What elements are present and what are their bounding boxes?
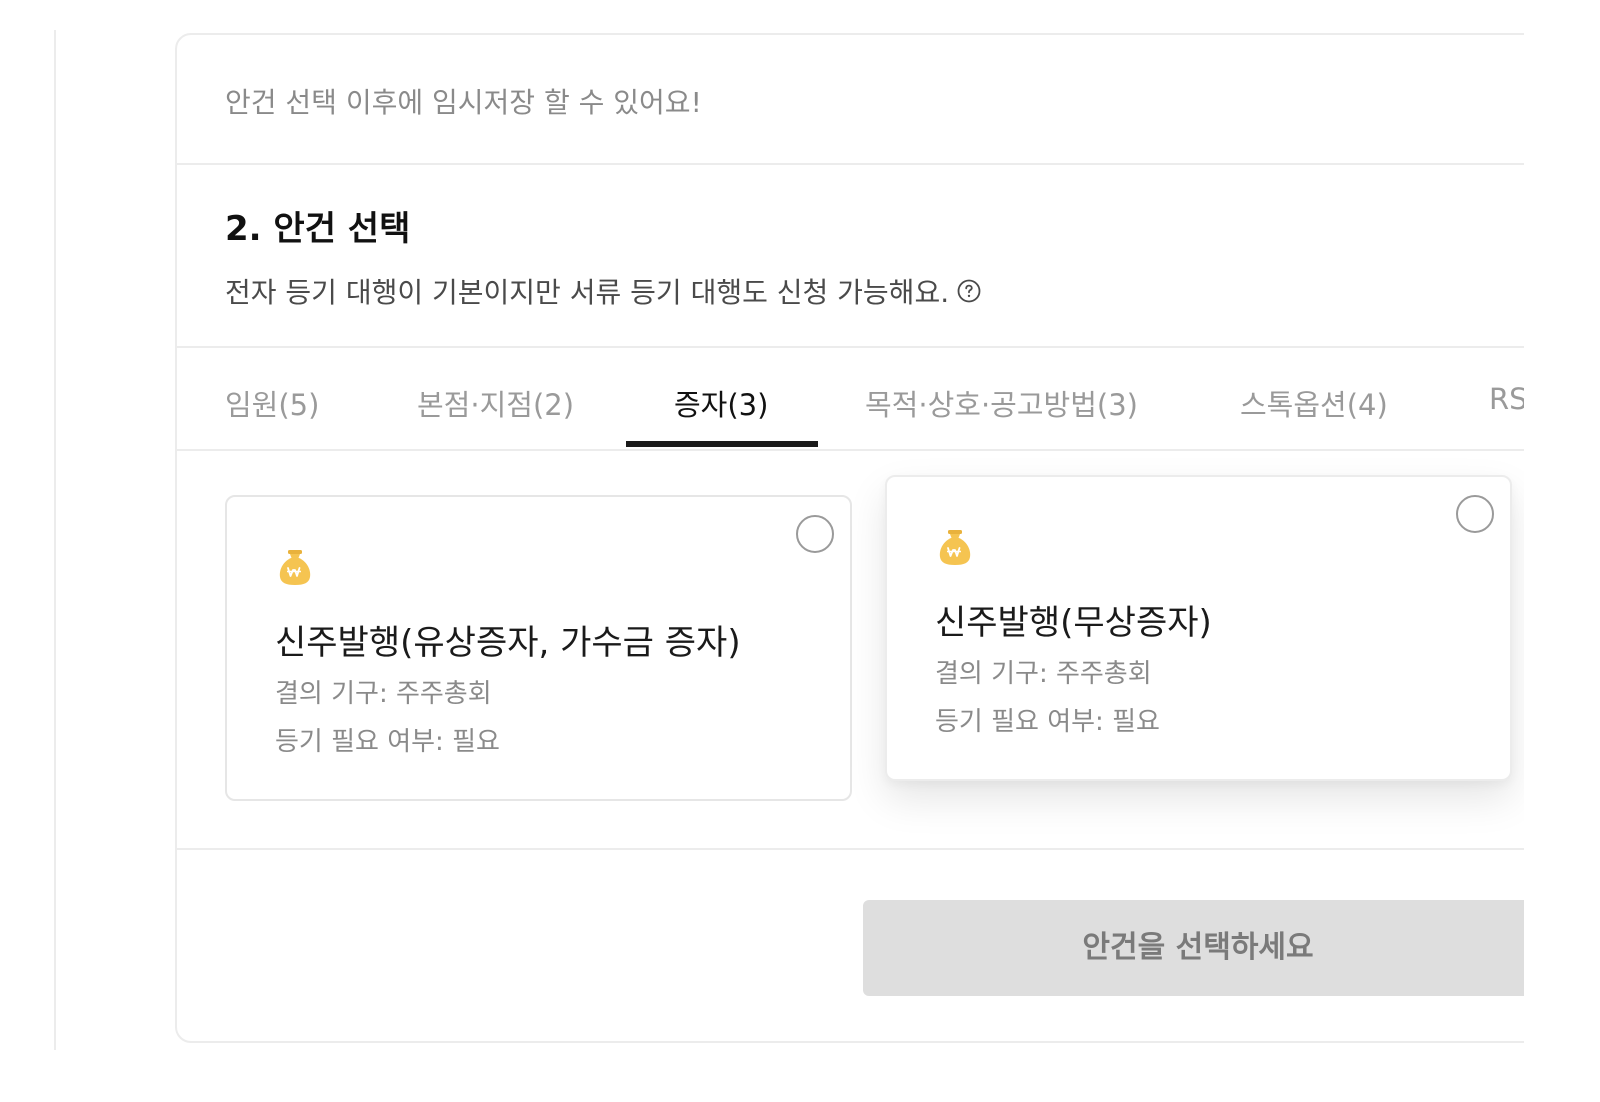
card-radio[interactable] [796,515,834,553]
section-description-text: 전자 등기 대행이 기본이지만 서류 등기 대행도 신청 가능해요. [225,276,950,309]
card-registration: 등기 필요 여부: 필요 [935,707,1160,737]
notice-row: 안건 선택 이후에 임시저장 할 수 있어요! [177,35,1524,165]
card-title: 신주발행(무상증자) [935,603,1212,643]
money-bag-icon [939,530,971,565]
tab-headquarters-branch[interactable]: 본점·지점(2) [417,382,574,424]
tab-stock-options[interactable]: 스톡옵션(4) [1240,382,1388,424]
section-description: 전자 등기 대행이 기본이지만 서류 등기 대행도 신청 가능해요. [225,271,981,311]
card-resolution: 결의 기구: 주주총회 [935,659,1152,689]
temp-save-notice: 안건 선택 이후에 임시저장 할 수 있어요! [225,86,702,119]
select-agenda-button[interactable]: 안건을 선택하세요 [863,900,1524,996]
tab-officers[interactable]: 임원(5) [225,382,319,424]
question-circle-icon[interactable] [957,279,981,303]
card-resolution: 결의 기구: 주주총회 [275,679,492,709]
footer-divider [177,848,1524,850]
section-header: 2. 안건 선택 전자 등기 대행이 기본이지만 서류 등기 대행도 신청 가능… [177,165,1524,348]
agenda-card-paid-increase[interactable]: 신주발행(유상증자, 가수금 증자) 결의 기구: 주주총회 등기 필요 여부:… [225,495,852,801]
card-radio[interactable] [1456,495,1494,533]
tab-purpose-name-notice[interactable]: 목적·상호·공고방법(3) [865,382,1138,424]
agenda-card-free-increase[interactable]: 신주발행(무상증자) 결의 기구: 주주총회 등기 필요 여부: 필요 [885,475,1512,781]
active-tab-underline [626,441,818,447]
content-viewport: 안건 선택 이후에 임시저장 할 수 있어요! 2. 안건 선택 전자 등기 대… [0,0,1524,1102]
tab-capital-increase[interactable]: 증자(3) [674,382,768,424]
tab-rs[interactable]: RS [1489,382,1524,416]
money-bag-icon [279,550,311,585]
card-title: 신주발행(유상증자, 가수금 증자) [275,623,741,663]
section-title: 2. 안건 선택 [225,209,411,249]
page: 안건 선택 이후에 임시저장 할 수 있어요! 2. 안건 선택 전자 등기 대… [0,0,1600,1102]
agenda-panel: 안건 선택 이후에 임시저장 할 수 있어요! 2. 안건 선택 전자 등기 대… [175,33,1524,1043]
card-registration: 등기 필요 여부: 필요 [275,727,500,757]
agenda-tabs: 임원(5) 본점·지점(2) 증자(3) 목적·상호·공고방법(3) 스톡옵션(… [177,348,1524,451]
